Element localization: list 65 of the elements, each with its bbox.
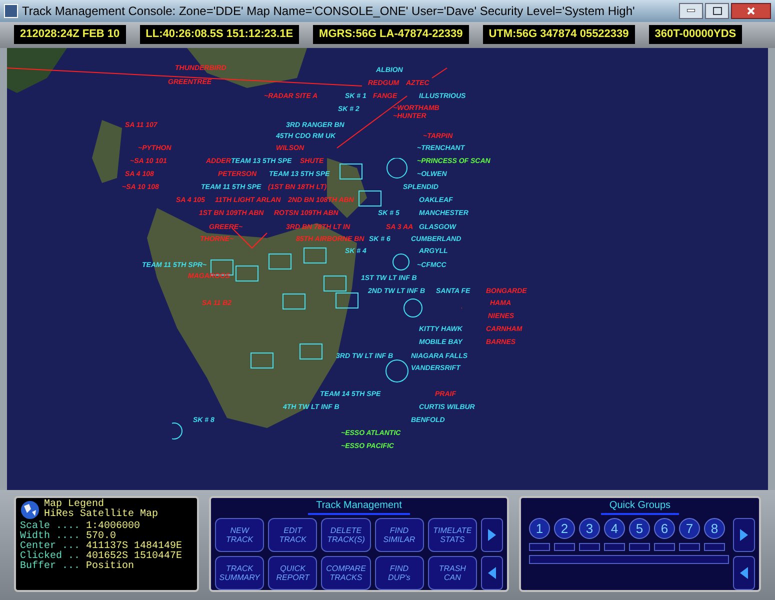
next-button[interactable] <box>733 518 755 552</box>
status-readout: 360T-00000YDS <box>648 25 742 44</box>
group-button[interactable]: 2 <box>554 518 575 539</box>
close-icon <box>747 6 755 15</box>
previous-button[interactable] <box>733 556 755 590</box>
previous-button[interactable] <box>481 556 503 590</box>
island <box>92 120 122 183</box>
track-action-button[interactable]: COMPARE TRACKS <box>321 556 371 590</box>
group-button[interactable]: 8 <box>704 518 725 539</box>
group-button[interactable]: 1 <box>529 518 550 539</box>
legend-key: Center ... <box>20 542 80 552</box>
legend-key: Clicked .. <box>20 552 80 562</box>
legend-value: 570.0 <box>86 532 116 542</box>
status-readout: MGRS:56G LA-47874-22339 <box>313 25 469 44</box>
track-action-button[interactable]: DELETE TRACK(S) <box>321 518 371 552</box>
window-title: Track Management Console: Zone='DDE' Map Name='CONSOLE_ONE' User='Dave' Security Level='System High' <box>22 2 635 20</box>
legend-key: Width .... <box>20 532 80 542</box>
group-slot <box>654 543 675 551</box>
group-slot <box>554 543 575 551</box>
track-action-button[interactable]: TRASH CAN <box>428 556 477 590</box>
legend-value: Position <box>86 562 134 572</box>
status-readout: LL:40:26:08.5S 151:12:23.1E <box>140 25 300 44</box>
legend-value: 411137S 1484149E <box>86 542 182 552</box>
left-arrow-icon <box>740 567 748 579</box>
legend-subtitle: HiRes Satellite Map <box>44 510 158 520</box>
close-button[interactable] <box>731 2 771 19</box>
status-readout: UTM:56G 347874 05522339 <box>482 25 635 44</box>
legend-key: Buffer ... <box>20 562 80 572</box>
panel-title: Track Management <box>308 498 410 515</box>
minimize-button[interactable] <box>679 2 703 19</box>
globe-icon <box>20 500 40 520</box>
group-button[interactable]: 6 <box>654 518 675 539</box>
minimize-icon <box>687 9 695 12</box>
right-arrow-icon <box>488 529 496 541</box>
maximize-icon <box>712 6 722 15</box>
track-action-button[interactable]: EDIT TRACK <box>268 518 318 552</box>
legend-value: 1:4006000 <box>86 522 140 532</box>
left-arrow-icon <box>488 567 496 579</box>
right-arrow-icon <box>740 529 748 541</box>
group-button[interactable]: 4 <box>604 518 625 539</box>
group-button[interactable]: 5 <box>629 518 650 539</box>
group-slot <box>529 543 550 551</box>
panel-title: Quick Groups <box>601 498 679 515</box>
group-slot <box>629 543 650 551</box>
app-icon <box>4 4 18 18</box>
track-action-button[interactable]: TRACK SUMMARY <box>215 556 264 590</box>
legend-key: Scale .... <box>20 522 80 532</box>
group-name-field[interactable] <box>529 555 729 564</box>
group-button[interactable]: 7 <box>679 518 700 539</box>
group-slot <box>579 543 600 551</box>
track-action-button[interactable]: NEW TRACK <box>215 518 264 552</box>
group-button[interactable]: 3 <box>579 518 600 539</box>
track-action-button[interactable]: FIND DUP's <box>374 556 424 590</box>
next-button[interactable] <box>481 518 503 552</box>
legend-value: 401652S 1510447E <box>86 552 182 562</box>
group-slot <box>604 543 625 551</box>
satellite-map[interactable] <box>7 48 768 490</box>
maximize-button[interactable] <box>705 2 729 19</box>
track-action-button[interactable]: QUICK REPORT <box>268 556 318 590</box>
status-readout: 212028:24Z FEB 10 <box>14 25 126 44</box>
group-slot <box>679 543 700 551</box>
group-slot <box>704 543 725 551</box>
track-action-button[interactable]: TIMELATE STATS <box>428 518 477 552</box>
track-action-button[interactable]: FIND SIMILAR <box>374 518 424 552</box>
legend-title: Map Legend <box>44 500 104 510</box>
